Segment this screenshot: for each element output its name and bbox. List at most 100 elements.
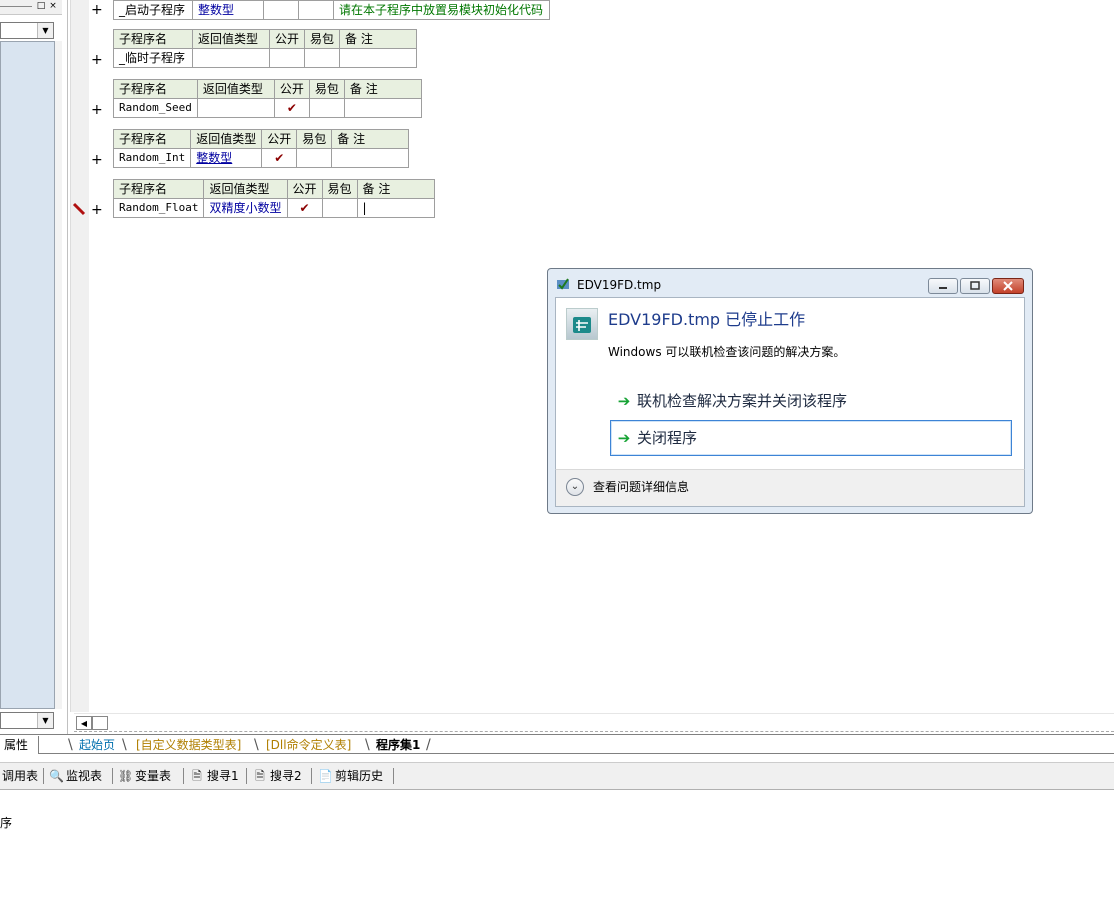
expand-plus-icon[interactable]: +	[91, 203, 103, 217]
chevron-down-icon[interactable]: ▼	[37, 713, 53, 728]
editor-gutter	[70, 0, 89, 712]
left-panel-titlebar: □ ×	[0, 0, 62, 15]
tab-search-1[interactable]: 🗎 搜寻1	[190, 767, 238, 785]
cell-package[interactable]	[296, 148, 333, 168]
header-return-type: 返回值类型	[196, 79, 275, 99]
cell-public[interactable]	[263, 0, 299, 20]
table-row: Random_Int 整数型 ✔	[112, 148, 410, 168]
bottom-toolbar: 调用表 🔍 监视表 ⛓ 变量表 🗎 搜寻1 🗎 搜寻2 📄 剪辑历史	[0, 762, 1114, 790]
cell-return-type[interactable]	[196, 98, 275, 118]
left-panel-scrollbar[interactable]	[55, 41, 62, 709]
cell-return-type[interactable]: 整数型	[190, 148, 263, 168]
dialog-body: EDV19FD.tmp 已停止工作 Windows 可以联机检查该问题的解决方案…	[555, 297, 1025, 479]
cell-name[interactable]: Random_Int	[112, 148, 192, 168]
tab-program-set[interactable]: 程序集1	[372, 736, 424, 754]
cell-name[interactable]: _临时子程序	[113, 48, 193, 68]
header-note: 备 注	[331, 129, 410, 149]
check-online-button[interactable]: ➔ 联机检查解决方案并关闭该程序	[610, 383, 1012, 419]
cell-note[interactable]	[343, 98, 422, 118]
tab-dll-table[interactable]: [Dll命令定义表]	[262, 736, 355, 754]
expand-plus-icon[interactable]: +	[91, 3, 103, 17]
header-public: 公开	[286, 179, 323, 199]
table-header-row: 子程序名 返回值类型 公开 易包 备 注	[113, 29, 418, 49]
cell-package[interactable]	[308, 98, 345, 118]
view-details-link[interactable]: 查看问题详细信息	[593, 479, 689, 495]
expand-plus-icon[interactable]: +	[91, 53, 103, 67]
toolbar-separator	[393, 768, 394, 784]
tb-label: 监视表	[66, 769, 103, 783]
header-note: 备 注	[343, 79, 422, 99]
toolbar-separator	[183, 768, 184, 784]
cell-return-type[interactable]	[192, 48, 270, 68]
cell-note[interactable]	[339, 48, 418, 68]
minimize-button[interactable]	[928, 278, 958, 294]
table-row: Random_Float 双精度小数型 ✔ |	[112, 198, 435, 218]
cell-name[interactable]: Random_Seed	[113, 98, 198, 118]
cell-package[interactable]	[304, 48, 341, 68]
left-panel: □ × ▼ ▼	[0, 0, 62, 734]
maximize-icon	[970, 281, 980, 290]
cell-note[interactable]: 请在本子程序中放置易模块初始化代码	[333, 0, 550, 20]
left-panel-combo[interactable]: ▼	[0, 22, 54, 39]
cell-name[interactable]: _启动子程序	[113, 0, 193, 20]
check-online-label: 联机检查解决方案并关闭该程序	[637, 392, 848, 410]
close-button[interactable]	[992, 278, 1024, 294]
left-panel-list[interactable]	[0, 41, 55, 709]
tab-clip-history[interactable]: 📄 剪辑历史	[318, 767, 383, 785]
cell-return-type[interactable]: 双精度小数型	[203, 198, 288, 218]
header-name: 子程序名	[112, 179, 205, 199]
close-icon[interactable]: ×	[48, 1, 58, 11]
tab-watch-table[interactable]: 🔍 监视表	[49, 767, 102, 785]
tab-separator: \	[365, 737, 370, 753]
table-row: Random_Seed ✔	[113, 98, 422, 118]
table-row: _临时子程序	[113, 48, 418, 68]
header-public: 公开	[273, 79, 310, 99]
scroll-left-icon[interactable]: ◀	[76, 716, 92, 730]
table-header-row: 子程序名 返回值类型 公开 易包 备 注	[112, 179, 435, 199]
green-arrow-icon: ➔	[617, 392, 631, 410]
green-arrow-icon: ➔	[617, 429, 631, 447]
tab-properties[interactable]: 属性	[0, 736, 39, 754]
tab-bar: 属性 \ 起始页 \ [自定义数据类型表] \ [Dll命令定义表] \ 程序集…	[0, 734, 1114, 755]
close-program-button[interactable]: ➔ 关闭程序	[610, 420, 1012, 456]
subroutine-table-random-seed: 子程序名 返回值类型 公开 易包 备 注 Random_Seed ✔	[113, 79, 422, 118]
edit-pencil-icon	[72, 202, 86, 216]
output-text: 序	[0, 816, 13, 830]
maximize-button[interactable]	[960, 278, 990, 294]
tab-call-table[interactable]: 调用表	[2, 767, 38, 785]
table-row: _启动子程序 整数型 请在本子程序中放置易模块初始化代码	[113, 0, 550, 20]
expand-plus-icon[interactable]: +	[91, 153, 103, 167]
dialog-description: Windows 可以联机检查该问题的解决方案。	[608, 345, 846, 359]
tab-variable-table[interactable]: ⛓ 变量表	[118, 767, 171, 785]
cell-public[interactable]: ✔	[261, 148, 298, 168]
horizontal-scrollbar[interactable]: ◀	[74, 713, 1114, 732]
tab-custom-types[interactable]: [自定义数据类型表]	[132, 736, 245, 754]
cell-package[interactable]	[321, 198, 358, 218]
expand-details-icon[interactable]: ⌄	[566, 478, 584, 496]
cell-public[interactable]: ✔	[273, 98, 310, 118]
dialog-title: EDV19FD.tmp	[577, 278, 662, 292]
left-panel-grip	[0, 6, 32, 7]
header-return-type: 返回值类型	[203, 179, 288, 199]
left-panel-combo-bottom[interactable]: ▼	[0, 712, 54, 729]
cell-note[interactable]: |	[356, 198, 435, 218]
close-program-label: 关闭程序	[637, 429, 698, 447]
tb-label: 调用表	[2, 769, 39, 783]
tab-search-2[interactable]: 🗎 搜寻2	[253, 767, 301, 785]
header-public: 公开	[268, 29, 306, 49]
cell-name[interactable]: Random_Float	[112, 198, 205, 218]
cell-public[interactable]	[268, 48, 306, 68]
tab-start-page[interactable]: 起始页	[75, 736, 119, 754]
chevron-down-icon[interactable]: ▼	[37, 23, 53, 38]
expand-plus-icon[interactable]: +	[91, 103, 103, 117]
tab-separator: /	[426, 737, 431, 753]
cell-note[interactable]	[331, 148, 410, 168]
close-icon	[1003, 281, 1013, 291]
document-search-icon: 🗎	[192, 769, 202, 783]
cell-return-type[interactable]: 整数型	[192, 0, 264, 20]
cell-public[interactable]: ✔	[286, 198, 323, 218]
subroutine-table-random-float: 子程序名 返回值类型 公开 易包 备 注 Random_Float 双精度小数型…	[112, 179, 435, 218]
scroll-thumb[interactable]	[92, 716, 108, 730]
pin-icon[interactable]: □	[36, 1, 46, 11]
cell-package[interactable]	[298, 0, 334, 20]
